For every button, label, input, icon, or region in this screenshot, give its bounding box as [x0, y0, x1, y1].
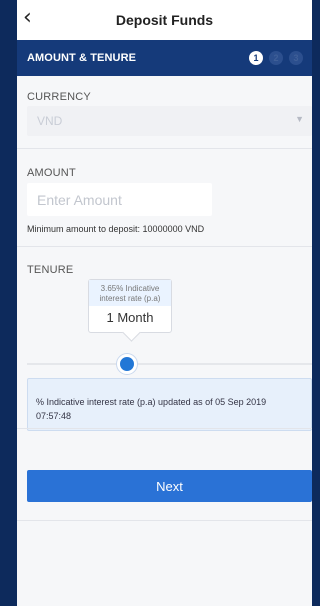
tenure-tooltip: 3.65% Indicative interest rate (p.a) 1 M…: [88, 279, 172, 333]
interest-info-line-1: % Indicative interest rate (p.a) updated…: [36, 397, 267, 407]
divider: [17, 246, 312, 247]
step-2: 2: [269, 51, 283, 65]
amount-input[interactable]: [27, 183, 212, 216]
tenure-label: TENURE: [27, 264, 74, 276]
header-bar: ‹ Deposit Funds: [0, 0, 312, 40]
step-bar: AMOUNT & TENURE 1 2 3: [17, 40, 312, 76]
page-title: Deposit Funds: [115, 12, 214, 28]
next-button[interactable]: Next: [27, 470, 312, 502]
divider: [17, 428, 312, 429]
interest-info-box: % Indicative interest rate (p.a) updated…: [27, 378, 312, 431]
interest-info-line-2: 07:57:48: [36, 411, 72, 421]
dropdown-arrow-icon: ▼: [295, 114, 304, 124]
tenure-slider-handle[interactable]: [116, 354, 137, 374]
tenure-slider-track[interactable]: [27, 363, 312, 365]
currency-label: CURRENCY: [27, 91, 91, 103]
step-3: 3: [289, 51, 303, 65]
step-indicator: 1 2 3: [249, 51, 303, 65]
tenure-term: 1 Month: [106, 310, 154, 325]
rate-line-2: interest rate (p.a): [99, 294, 161, 303]
currency-select[interactable]: VND ▼: [27, 106, 312, 136]
form-panel: CURRENCY VND ▼ AMOUNT Minimum amount to …: [17, 76, 312, 606]
step-1: 1: [249, 51, 263, 65]
rate-line-1: 3.65% Indicative: [100, 284, 160, 293]
divider: [17, 520, 312, 521]
amount-label: AMOUNT: [27, 167, 76, 179]
currency-value: VND: [37, 114, 63, 128]
divider: [17, 148, 312, 149]
back-icon[interactable]: ‹: [23, 7, 32, 29]
minimum-amount-note: Minimum amount to deposit: 10000000 VND: [27, 224, 205, 234]
step-title: AMOUNT & TENURE: [27, 52, 137, 64]
